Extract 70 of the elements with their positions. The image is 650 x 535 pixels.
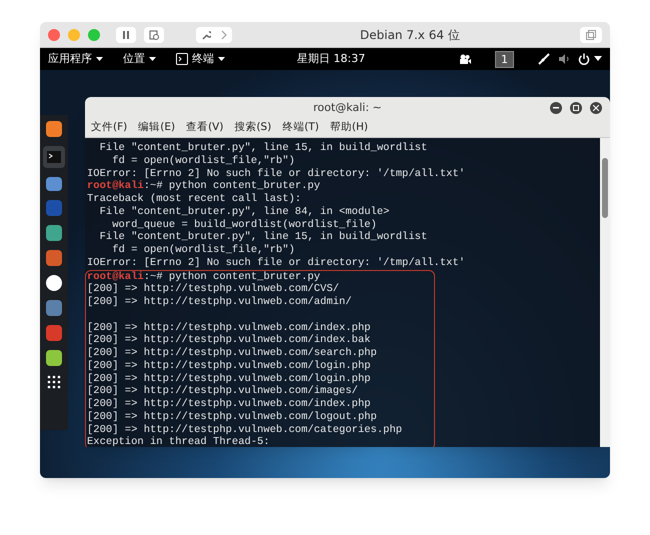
menu-item[interactable]: 搜索(S) — [234, 120, 272, 136]
output-line: [200] => http://testphp.vulnweb.com/index.php — [87, 322, 371, 334]
clock: 星期日 18:37 — [297, 50, 366, 67]
square-icon — [573, 105, 579, 111]
output-line: fd = open(wordlist_file,"rb") — [111, 244, 295, 257]
panel-menu[interactable]: 应用程序 — [48, 50, 103, 68]
menu-item[interactable]: 编辑(E) — [138, 120, 176, 136]
notes-app-icon[interactable] — [46, 350, 62, 366]
network-icon[interactable] — [538, 53, 550, 65]
window-title: Debian 7.x 64 位 — [360, 26, 460, 44]
prompt-user: root@kali — [87, 180, 144, 193]
caret-icon[interactable] — [594, 56, 602, 62]
app-icon[interactable] — [46, 225, 62, 241]
menu-item[interactable]: 帮助(H) — [330, 120, 368, 136]
app-icon[interactable] — [46, 275, 62, 291]
output-line: [200] => http://testphp.vulnweb.com/images/ — [87, 385, 358, 398]
output-line: [200] => http://testphp.vulnweb.com/index.php — [87, 398, 371, 411]
output-line: File "content_bruter.py", line 15, in build_wordlist — [98, 231, 428, 244]
output-line: [200] => http://testphp.vulnweb.com/search.php — [87, 347, 377, 360]
output-line: Traceback (most recent call last): — [87, 193, 302, 206]
output-line: [200] => http://testphp.vulnweb.com/CVS/ — [87, 283, 340, 296]
power-icon[interactable] — [578, 53, 590, 65]
volume-icon[interactable] — [558, 53, 570, 65]
caret-icon — [149, 56, 156, 62]
minimize-button[interactable] — [550, 102, 562, 114]
output-line: [200] => http://testphp.vulnweb.com/admin/ — [87, 296, 352, 309]
menu-item[interactable]: 文件(F) — [91, 120, 128, 136]
output-line: File "content_bruter.py", line 15, in build_wordlist — [98, 142, 428, 155]
chevron-right-icon — [221, 30, 227, 40]
caret-icon — [96, 56, 103, 62]
scrollbar[interactable] — [600, 138, 610, 447]
command-text: :~# python content_bruter.py — [144, 180, 320, 193]
workspace-indicator[interactable]: 1 — [495, 50, 514, 68]
windows-icon — [586, 30, 596, 40]
output-line: File "content_bruter.py", line 84, in <module> — [98, 206, 390, 218]
folder-icon[interactable] — [46, 177, 62, 191]
caret-icon — [218, 56, 225, 62]
output-line: Exception in thread Thread-5: — [87, 436, 270, 447]
output-line: IOError: [Errno 2] No such file or directory: '/tmp/all.txt' — [87, 168, 466, 180]
settings-button[interactable] — [196, 26, 232, 42]
snapshot-icon — [149, 30, 159, 40]
camera-icon[interactable] — [459, 54, 471, 64]
menu-item[interactable]: 查看(V) — [186, 120, 224, 136]
menu-item[interactable]: 终端(T) — [282, 120, 319, 136]
terminal-icon — [176, 53, 188, 65]
pause-button[interactable] — [116, 26, 136, 42]
output-line: [200] => http://testphp.vulnweb.com/logout.php — [87, 410, 377, 424]
output-line: [200] => http://testphp.vulnweb.com/index.bak — [87, 334, 371, 347]
output-line: [200] => http://testphp.vulnweb.com/login.php — [87, 372, 371, 385]
command-text: :~# python content_bruter.py — [144, 270, 320, 283]
output-line: fd = open(wordlist_file,"rb") — [111, 154, 295, 168]
panel-menu[interactable]: 位置 — [123, 50, 156, 68]
output-line: [200] => http://testphp.vulnweb.com/categories.php — [87, 424, 402, 436]
output-line: [200] => http://testphp.vulnweb.com/login.php — [87, 360, 371, 372]
wrench-icon — [201, 30, 211, 40]
snapshot-button[interactable] — [144, 26, 164, 42]
close-button[interactable] — [590, 102, 602, 114]
panel-menu[interactable]: 终端 — [176, 50, 225, 68]
minus-icon — [553, 107, 559, 109]
app-grid-icon[interactable] — [47, 375, 61, 389]
output-line: IOError: [Errno 2] No such file or directory: '/tmp/all.txt' — [87, 256, 466, 270]
window-title: root@kali: ~ — [313, 100, 382, 116]
maximize-button[interactable] — [570, 102, 582, 114]
close-icon — [593, 105, 599, 111]
output-line: word_queue = build_wordlist(wordlist_file) — [111, 218, 377, 231]
pause-icon — [122, 30, 130, 38]
scrollbar-thumb[interactable] — [602, 158, 608, 218]
restore-button[interactable] — [580, 26, 602, 42]
prompt-user: root@kali — [87, 270, 144, 283]
app-icon[interactable] — [46, 121, 62, 137]
